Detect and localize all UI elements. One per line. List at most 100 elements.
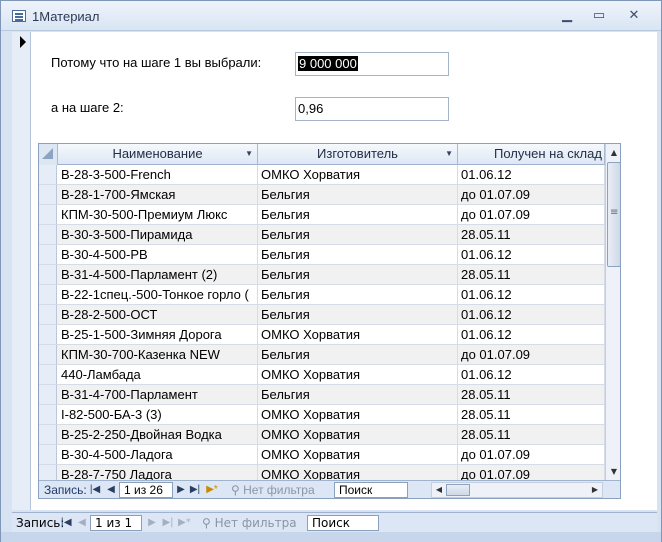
new-record-icon[interactable]: ▶* — [178, 515, 191, 531]
cell-manufacturer[interactable]: Бельгия — [258, 345, 458, 364]
table-row[interactable]: 440-Ламбада ОМКО Хорватия 01.06.12 — [39, 365, 605, 385]
row-selector[interactable] — [39, 205, 57, 224]
column-header-manufacturer[interactable]: Изготовитель ▼ — [258, 144, 458, 165]
cell-name[interactable]: В-31-4-500-Парламент (2) — [58, 265, 258, 284]
close-icon[interactable]: ✕ — [621, 7, 647, 25]
cell-name[interactable]: КПМ-30-700-Казенка NEW — [58, 345, 258, 364]
cell-manufacturer[interactable]: Бельгия — [258, 245, 458, 264]
cell-name[interactable]: В-30-4-500-РВ — [58, 245, 258, 264]
scroll-thumb[interactable] — [607, 162, 620, 267]
table-row[interactable]: В-28-1-700-Ямская Бельгия до 01.07.09 — [39, 185, 605, 205]
table-row[interactable]: В-31-4-700-Парламент Бельгия 28.05.11 — [39, 385, 605, 405]
previous-record-icon[interactable]: ◀ — [76, 515, 88, 531]
scroll-left-icon[interactable]: ◀ — [432, 483, 446, 497]
row-selector[interactable] — [39, 165, 57, 184]
cell-manufacturer[interactable]: ОМКО Хорватия — [258, 165, 458, 184]
cell-name[interactable]: I-82-500-БА-3 (3) — [58, 405, 258, 424]
form-record-position[interactable]: 1 из 1 — [90, 515, 142, 531]
subform-search-input[interactable]: Поиск — [334, 482, 408, 498]
subform-record-position[interactable]: 1 из 26 — [119, 482, 173, 498]
cell-manufacturer[interactable]: Бельгия — [258, 385, 458, 404]
last-record-icon[interactable]: ▶| — [162, 515, 174, 531]
cell-received[interactable]: 28.05.11 — [458, 225, 605, 244]
cell-name[interactable]: В-30-3-500-Пирамида — [58, 225, 258, 244]
cell-manufacturer[interactable]: Бельгия — [258, 205, 458, 224]
row-selector[interactable] — [39, 345, 57, 364]
table-row[interactable]: В-31-4-500-Парламент (2) Бельгия 28.05.11 — [39, 265, 605, 285]
row-selector[interactable] — [39, 245, 57, 264]
cell-received[interactable]: 28.05.11 — [458, 425, 605, 444]
sort-dropdown-icon[interactable]: ▼ — [245, 144, 253, 164]
subform-filter-status[interactable]: ⚲ Нет фильтра — [231, 482, 315, 498]
cell-received[interactable]: 28.05.11 — [458, 405, 605, 424]
cell-received[interactable]: 28.05.11 — [458, 265, 605, 284]
cell-received[interactable]: 01.06.12 — [458, 165, 605, 184]
maximize-icon[interactable]: ▭ — [586, 7, 612, 25]
select-all-corner[interactable] — [39, 144, 58, 165]
row-selector[interactable] — [39, 385, 57, 404]
table-row[interactable]: В-30-4-500-РВ Бельгия 01.06.12 — [39, 245, 605, 265]
cell-received[interactable]: до 01.07.09 — [458, 445, 605, 464]
last-record-icon[interactable]: ▶| — [189, 482, 201, 498]
table-row[interactable]: В-25-2-250-Двойная Водка ОМКО Хорватия 28.… — [39, 425, 605, 445]
cell-manufacturer[interactable]: Бельгия — [258, 185, 458, 204]
step1-field[interactable]: 9 000 000 — [295, 52, 449, 76]
scroll-up-icon[interactable]: ▲ — [606, 144, 620, 161]
cell-manufacturer[interactable]: Бельгия — [258, 285, 458, 304]
cell-manufacturer[interactable]: Бельгия — [258, 265, 458, 284]
cell-manufacturer[interactable]: ОМКО Хорватия — [258, 365, 458, 384]
cell-name[interactable]: В-25-2-250-Двойная Водка — [58, 425, 258, 444]
record-selector[interactable] — [12, 32, 31, 510]
scroll-down-icon[interactable]: ▼ — [606, 463, 620, 480]
vertical-scrollbar[interactable]: ▲ ▼ — [605, 144, 620, 480]
table-row[interactable]: В-30-3-500-Пирамида Бельгия 28.05.11 — [39, 225, 605, 245]
cell-received[interactable]: до 01.07.09 — [458, 185, 605, 204]
cell-manufacturer[interactable]: ОМКО Хорватия — [258, 405, 458, 424]
cell-name[interactable]: В-25-1-500-Зимняя Дорога — [58, 325, 258, 344]
cell-received[interactable]: 01.06.12 — [458, 245, 605, 264]
cell-manufacturer[interactable]: ОМКО Хорватия — [258, 425, 458, 444]
cell-received[interactable]: 01.06.12 — [458, 325, 605, 344]
row-selector[interactable] — [39, 265, 57, 284]
sort-dropdown-icon[interactable]: ▼ — [445, 144, 453, 164]
row-selector[interactable] — [39, 225, 57, 244]
next-record-icon[interactable]: ▶ — [146, 515, 158, 531]
cell-manufacturer[interactable]: ОМКО Хорватия — [258, 445, 458, 464]
form-search-input[interactable]: Поиск — [307, 515, 379, 531]
cell-received[interactable]: 01.06.12 — [458, 285, 605, 304]
step2-field[interactable]: 0,96 — [295, 97, 449, 121]
cell-name[interactable]: В-28-3-500-French — [58, 165, 258, 184]
row-selector[interactable] — [39, 285, 57, 304]
cell-name[interactable]: В-31-4-700-Парламент — [58, 385, 258, 404]
cell-name[interactable]: В-28-1-700-Ямская — [58, 185, 258, 204]
minimize-icon[interactable]: ▁ — [554, 7, 580, 25]
row-selector[interactable] — [39, 185, 57, 204]
column-header-received[interactable]: Получен на склад — [458, 144, 605, 165]
table-row[interactable]: В-25-1-500-Зимняя Дорога ОМКО Хорватия 01.… — [39, 325, 605, 345]
row-selector[interactable] — [39, 445, 57, 464]
table-row[interactable]: В-28-2-500-ОСТ Бельгия 01.06.12 — [39, 305, 605, 325]
cell-manufacturer[interactable]: Бельгия — [258, 225, 458, 244]
cell-name[interactable]: В-28-2-500-ОСТ — [58, 305, 258, 324]
horizontal-scrollbar[interactable]: ◀ ▶ — [431, 482, 603, 498]
first-record-icon[interactable]: |◀ — [60, 515, 72, 531]
row-selector[interactable] — [39, 305, 57, 324]
table-row[interactable]: В-28-3-500-French ОМКО Хорватия 01.06.12 — [39, 165, 605, 185]
scroll-right-icon[interactable]: ▶ — [588, 483, 602, 497]
cell-name[interactable]: 440-Ламбада — [58, 365, 258, 384]
cell-name[interactable]: В-22-1спец.-500-Тонкое горло ( — [58, 285, 258, 304]
form-filter-status[interactable]: ⚲ Нет фильтра — [202, 515, 297, 531]
table-row[interactable]: В-30-4-500-Ладога ОМКО Хорватия до 01.07.0… — [39, 445, 605, 465]
table-row[interactable]: КПМ-30-700-Казенка NEW Бельгия до 01.07.09 — [39, 345, 605, 365]
cell-manufacturer[interactable]: ОМКО Хорватия — [258, 325, 458, 344]
cell-received[interactable]: до 01.07.09 — [458, 205, 605, 224]
new-record-icon[interactable]: ▶* — [206, 482, 218, 498]
next-record-icon[interactable]: ▶ — [175, 482, 187, 498]
row-selector[interactable] — [39, 365, 57, 384]
cell-received[interactable]: 01.06.12 — [458, 305, 605, 324]
table-row[interactable]: I-82-500-БА-3 (3) ОМКО Хорватия 28.05.11 — [39, 405, 605, 425]
row-selector[interactable] — [39, 405, 57, 424]
cell-name[interactable]: В-30-4-500-Ладога — [58, 445, 258, 464]
cell-manufacturer[interactable]: Бельгия — [258, 305, 458, 324]
cell-received[interactable]: 01.06.12 — [458, 365, 605, 384]
